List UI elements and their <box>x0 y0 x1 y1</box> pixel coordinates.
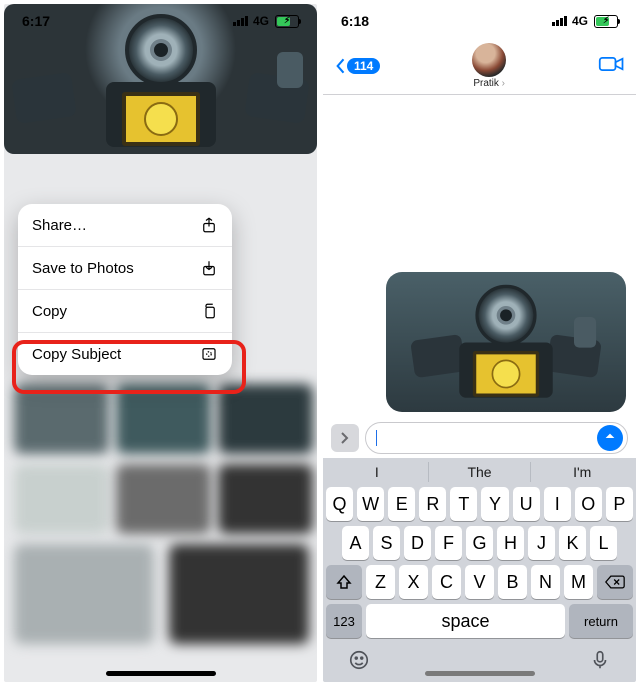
key-A[interactable]: A <box>342 526 369 560</box>
key-Z[interactable]: Z <box>366 565 395 599</box>
key-J[interactable]: J <box>528 526 555 560</box>
key-X[interactable]: X <box>399 565 428 599</box>
contact-name: Pratik <box>473 78 505 89</box>
backspace-key[interactable] <box>597 565 633 599</box>
status-bar: 6:18 4G ⚡︎ <box>323 4 636 38</box>
selected-photo[interactable] <box>4 4 317 154</box>
menu-label: Share… <box>32 217 87 234</box>
key-P[interactable]: P <box>606 487 633 521</box>
message-input[interactable] <box>365 422 628 454</box>
key-C[interactable]: C <box>432 565 461 599</box>
context-menu: Share… Save to Photos Copy Copy Subject <box>18 204 232 375</box>
arrow-up-icon <box>603 431 617 445</box>
menu-label: Copy Subject <box>32 346 121 363</box>
send-button[interactable] <box>597 425 623 451</box>
status-time: 6:18 <box>341 13 369 29</box>
dictation-button[interactable] <box>589 649 611 676</box>
home-indicator[interactable] <box>106 671 216 676</box>
suggestion[interactable]: I <box>326 462 429 482</box>
share-icon <box>200 216 218 234</box>
key-E[interactable]: E <box>388 487 415 521</box>
home-indicator[interactable] <box>425 671 535 676</box>
key-L[interactable]: L <box>590 526 617 560</box>
text-caret <box>376 430 377 446</box>
key-row-1: QWERTYUIOP <box>326 487 633 521</box>
emoji-button[interactable] <box>348 649 370 676</box>
key-K[interactable]: K <box>559 526 586 560</box>
space-key[interactable]: space <box>366 604 565 638</box>
copy-doc-icon <box>200 302 218 320</box>
keyboard: I The I'm QWERTYUIOP ASDFGHJKL ZXCVBNM 1… <box>323 458 636 682</box>
battery-icon: ⚡︎ <box>594 15 618 28</box>
video-icon <box>598 54 626 74</box>
key-Q[interactable]: Q <box>326 487 353 521</box>
compose-bar <box>323 418 636 458</box>
key-W[interactable]: W <box>357 487 384 521</box>
key-R[interactable]: R <box>419 487 446 521</box>
suggestion-bar: I The I'm <box>326 462 633 482</box>
key-M[interactable]: M <box>564 565 593 599</box>
key-F[interactable]: F <box>435 526 462 560</box>
key-G[interactable]: G <box>466 526 493 560</box>
key-N[interactable]: N <box>531 565 560 599</box>
numbers-key[interactable]: 123 <box>326 604 362 638</box>
mic-icon <box>589 649 611 671</box>
download-icon <box>200 259 218 277</box>
key-H[interactable]: H <box>497 526 524 560</box>
emoji-icon <box>348 649 370 671</box>
conversation-area[interactable] <box>323 96 636 418</box>
return-key[interactable]: return <box>569 604 633 638</box>
menu-share[interactable]: Share… <box>18 204 232 247</box>
key-row-2: ASDFGHJKL <box>326 526 633 560</box>
copy-subject-icon <box>200 345 218 363</box>
signal-icon <box>552 16 567 26</box>
key-S[interactable]: S <box>373 526 400 560</box>
key-row-4: 123 space return <box>326 604 633 638</box>
menu-copy[interactable]: Copy <box>18 290 232 333</box>
backspace-icon <box>605 575 625 589</box>
menu-label: Save to Photos <box>32 260 134 277</box>
shift-key[interactable] <box>326 565 362 599</box>
suggestion[interactable]: The <box>429 462 532 482</box>
avatar <box>472 43 506 77</box>
key-I[interactable]: I <box>544 487 571 521</box>
key-U[interactable]: U <box>513 487 540 521</box>
robot-image <box>4 4 317 154</box>
chevron-right-icon <box>339 432 351 444</box>
phone-left: 6:17 4G ⚡︎ Share… Save to Photos Copy Co… <box>4 4 317 682</box>
network-label: 4G <box>572 14 588 28</box>
contact-header[interactable]: Pratik <box>472 43 506 89</box>
phone-right: 6:18 4G ⚡︎ 114 Pratik <box>323 4 636 682</box>
key-O[interactable]: O <box>575 487 602 521</box>
key-T[interactable]: T <box>450 487 477 521</box>
menu-save-photos[interactable]: Save to Photos <box>18 247 232 290</box>
suggestion[interactable]: I'm <box>531 462 633 482</box>
expand-apps-button[interactable] <box>331 424 359 452</box>
key-D[interactable]: D <box>404 526 431 560</box>
messages-nav: 114 Pratik <box>323 38 636 95</box>
shift-icon <box>336 574 352 590</box>
key-B[interactable]: B <box>498 565 527 599</box>
menu-label: Copy <box>32 303 67 320</box>
key-row-3: ZXCVBNM <box>326 565 633 599</box>
back-button[interactable]: 114 <box>333 56 380 76</box>
key-V[interactable]: V <box>465 565 494 599</box>
robot-image <box>404 276 608 395</box>
key-Y[interactable]: Y <box>481 487 508 521</box>
menu-copy-subject[interactable]: Copy Subject <box>18 333 232 375</box>
message-bubble-image[interactable] <box>386 272 626 412</box>
back-count: 114 <box>347 58 380 74</box>
facetime-button[interactable] <box>598 54 626 79</box>
